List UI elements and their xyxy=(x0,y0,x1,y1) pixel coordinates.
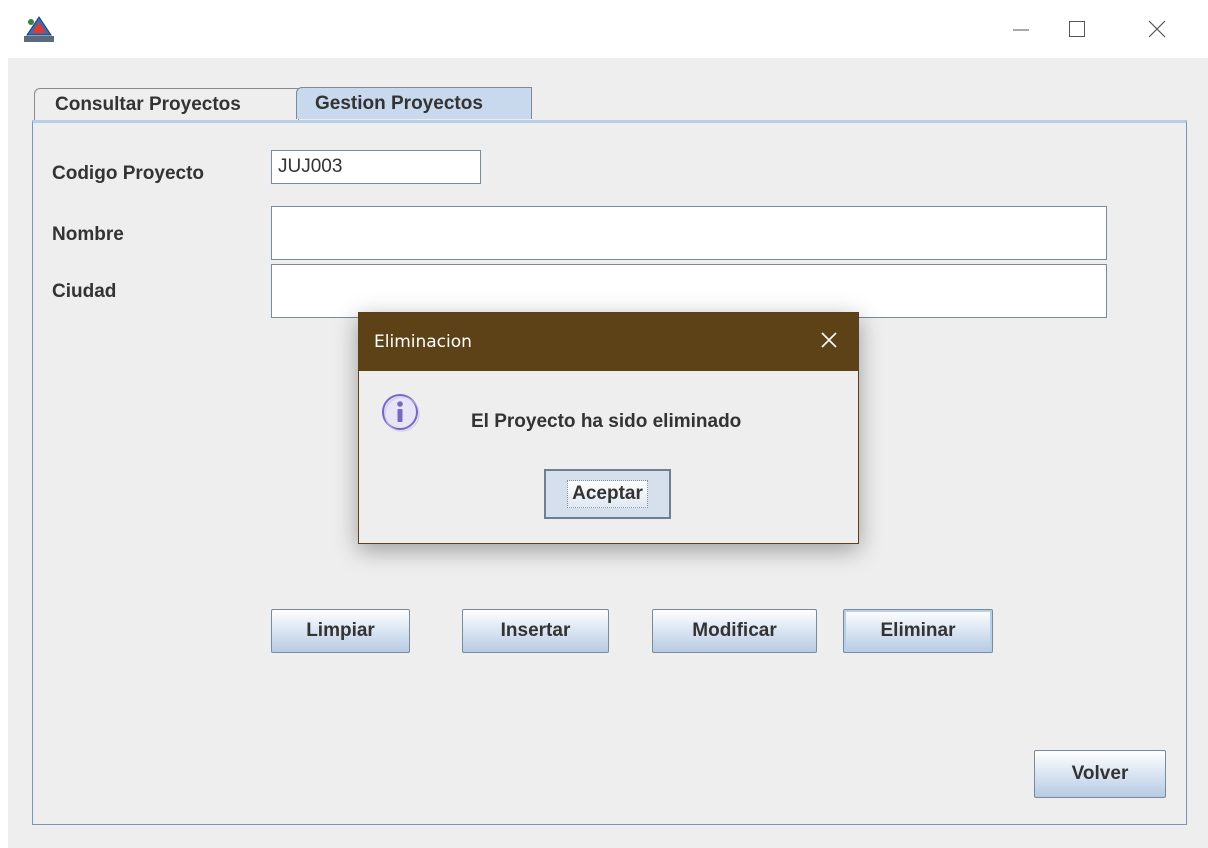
insertar-button[interactable]: Insertar xyxy=(462,609,609,653)
volver-button[interactable]: Volver xyxy=(1034,750,1166,798)
limpiar-button[interactable]: Limpiar xyxy=(271,609,410,653)
aceptar-button[interactable]: Aceptar xyxy=(544,469,671,519)
minimize-button[interactable] xyxy=(998,8,1044,54)
eliminacion-dialog: Eliminacion El Proyecto ha sido eliminad… xyxy=(358,312,859,544)
aceptar-button-label: Aceptar xyxy=(567,480,648,508)
java-app-icon xyxy=(22,14,56,44)
info-icon xyxy=(381,393,421,433)
dialog-message: El Proyecto ha sido eliminado xyxy=(471,411,742,432)
nombre-input[interactable] xyxy=(271,206,1107,260)
eliminar-button-label: Eliminar xyxy=(880,620,956,641)
dialog-titlebar: Eliminacion xyxy=(359,313,858,371)
tab-gestion-proyectos[interactable]: Gestion Proyectos xyxy=(296,87,532,119)
eliminar-button[interactable]: Eliminar xyxy=(843,609,993,653)
tab-label: Gestion Proyectos xyxy=(315,92,483,114)
limpiar-button-label: Limpiar xyxy=(306,620,375,641)
codigo-proyecto-label: Codigo Proyecto xyxy=(52,163,205,184)
ciudad-input[interactable] xyxy=(271,264,1107,318)
nombre-label: Nombre xyxy=(52,224,124,245)
insertar-button-label: Insertar xyxy=(500,620,571,641)
close-icon xyxy=(1147,19,1167,44)
dialog-title: Eliminacion xyxy=(374,332,472,352)
window-close-button[interactable] xyxy=(1134,8,1180,54)
modificar-button[interactable]: Modificar xyxy=(652,609,817,653)
tab-consultar-proyectos[interactable]: Consultar Proyectos xyxy=(34,88,299,120)
modificar-button-label: Modificar xyxy=(692,620,777,641)
minimize-icon xyxy=(1011,19,1031,44)
volver-button-label: Volver xyxy=(1071,763,1129,784)
maximize-button[interactable] xyxy=(1054,8,1100,54)
maximize-icon xyxy=(1067,19,1087,44)
dialog-close-button[interactable] xyxy=(814,327,844,357)
tab-label: Consultar Proyectos xyxy=(55,93,241,115)
codigo-proyecto-input[interactable] xyxy=(271,150,481,184)
ciudad-label: Ciudad xyxy=(52,281,117,302)
close-icon xyxy=(820,331,838,354)
window-titlebar xyxy=(0,0,1208,58)
